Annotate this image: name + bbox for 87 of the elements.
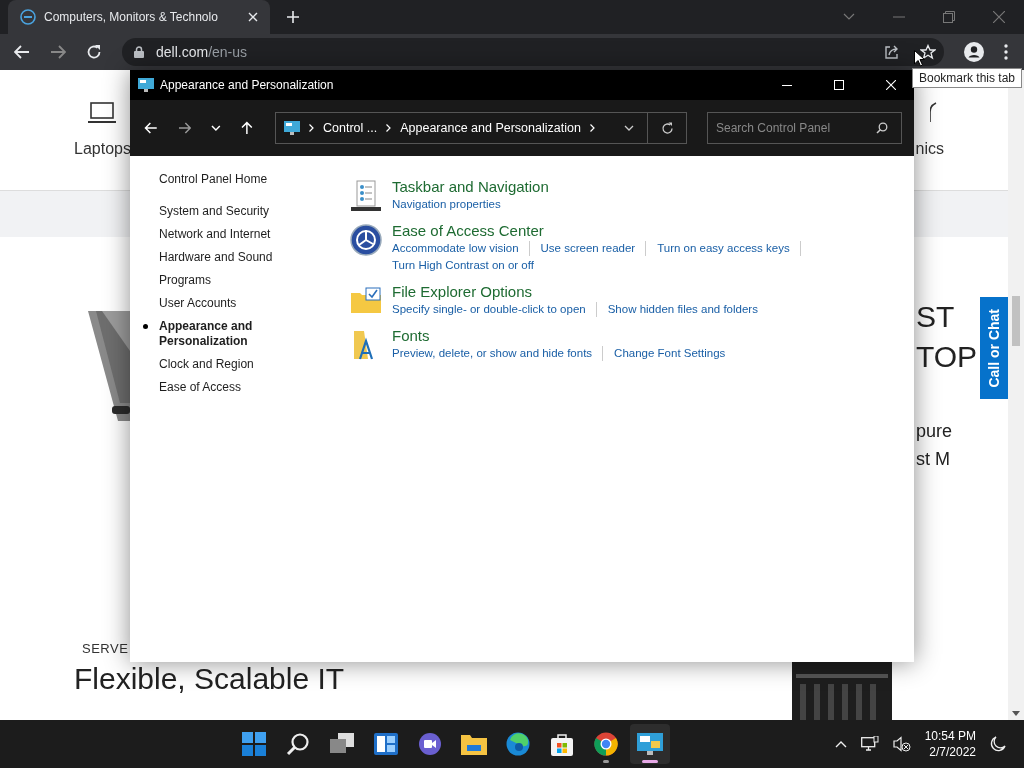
- back-icon[interactable]: [14, 45, 30, 59]
- caret-down-icon[interactable]: [624, 125, 634, 131]
- sidebar-link[interactable]: System and Security: [159, 204, 270, 219]
- sidebar-link[interactable]: Appearance and Personalization: [159, 319, 294, 349]
- sidebar-link[interactable]: Clock and Region: [159, 357, 254, 372]
- task-link[interactable]: Turn on easy access keys: [657, 241, 801, 256]
- address-field[interactable]: Control ... Appearance and Personalization: [275, 112, 687, 144]
- browser-icon: [594, 732, 619, 756]
- hero-heading: ST: [916, 299, 956, 335]
- category-link[interactable]: Taskbar and Navigation: [392, 178, 549, 195]
- lock-icon: [134, 46, 144, 58]
- chevron-right-icon[interactable]: [589, 124, 595, 132]
- url-text: dell.com/en-us: [156, 44, 248, 60]
- windows-stack-icon: [330, 733, 355, 755]
- laptop-icon[interactable]: [87, 102, 118, 124]
- chevron-right-icon[interactable]: [309, 124, 314, 132]
- nav-link[interactable]: Laptops: [74, 140, 131, 158]
- folder-icon: [461, 733, 488, 755]
- tooltip: Bookmark this tab: [912, 68, 1023, 88]
- hero-text: st M: [916, 448, 951, 471]
- restore-icon[interactable]: [943, 11, 955, 23]
- browser-icon: [506, 732, 531, 756]
- nav-link[interactable]: nics: [915, 140, 944, 158]
- task-link[interactable]: Preview, delete, or show and hide fonts: [392, 346, 604, 361]
- task-link[interactable]: Specify single- or double-click to open: [392, 302, 597, 317]
- maximize-icon[interactable]: [834, 80, 844, 90]
- video-chat-icon: [418, 732, 443, 756]
- sidebar-link[interactable]: User Accounts: [159, 296, 237, 311]
- plus-icon[interactable]: [286, 10, 300, 24]
- task-link[interactable]: Use screen reader: [540, 241, 647, 256]
- cursor-icon: [914, 50, 925, 67]
- hero-text: pure: [916, 420, 954, 443]
- search-field[interactable]: Search Control Panel: [707, 112, 902, 144]
- taskbar-app[interactable]: [630, 724, 671, 764]
- chevron-up-icon[interactable]: [834, 740, 847, 748]
- monitor-icon: [138, 78, 154, 92]
- refresh-icon[interactable]: [661, 121, 674, 135]
- list-icon[interactable]: [350, 180, 382, 212]
- network-icon[interactable]: [860, 736, 879, 752]
- window-title: Appearance and Personalization: [160, 78, 334, 92]
- task-link[interactable]: Accommodate low vision: [392, 241, 530, 256]
- forward-icon[interactable]: [177, 122, 192, 134]
- muted-speaker-icon[interactable]: [892, 736, 911, 752]
- up-icon[interactable]: [241, 121, 253, 135]
- chat-button[interactable]: Call or Chat: [980, 297, 1008, 399]
- category-link[interactable]: File Explorer Options: [392, 283, 758, 300]
- monitor-icon: [637, 733, 664, 755]
- reload-icon[interactable]: [86, 44, 102, 60]
- clock-time[interactable]: 10:54 PM: [924, 728, 976, 744]
- widgets-icon: [374, 733, 399, 755]
- sidebar-link[interactable]: Programs: [159, 273, 211, 288]
- start-icon: [242, 732, 267, 756]
- category-link[interactable]: Ease of Access Center: [392, 222, 852, 239]
- section-label: SERVE: [82, 641, 129, 656]
- breadcrumb-item[interactable]: Appearance and Personalization: [400, 121, 581, 135]
- scrollbar-thumb[interactable]: [1012, 296, 1020, 346]
- search-icon: [876, 122, 888, 134]
- share-icon[interactable]: [884, 44, 900, 60]
- task-link[interactable]: Turn High Contrast on or off: [392, 258, 534, 273]
- profile-icon[interactable]: [964, 42, 984, 62]
- breadcrumb-item[interactable]: Control ...: [323, 121, 378, 135]
- task-link[interactable]: Change Font Settings: [614, 346, 726, 361]
- accessibility-icon[interactable]: [350, 224, 382, 256]
- moon-icon[interactable]: [990, 736, 1006, 752]
- star-icon[interactable]: [920, 44, 936, 60]
- hero-heading: TOP: [916, 339, 978, 375]
- browser-tab[interactable]: Computers, Monitors & Technolo: [8, 0, 270, 34]
- sidebar-link[interactable]: Network and Internet: [159, 227, 271, 242]
- sidebar-link[interactable]: Control Panel Home: [159, 172, 320, 186]
- address-bar[interactable]: dell.com/en-us: [122, 38, 944, 66]
- menu-icon[interactable]: [1004, 44, 1008, 60]
- search-icon: [286, 732, 311, 756]
- task-link[interactable]: Show hidden files and folders: [607, 302, 758, 317]
- sidebar-link[interactable]: Hardware and Sound: [159, 250, 273, 265]
- monitor-icon: [284, 121, 300, 135]
- bullet-icon: [143, 324, 148, 329]
- tab-title: Computers, Monitors & Technolo: [44, 10, 219, 24]
- logo-icon: [20, 9, 36, 25]
- sidebar-link[interactable]: Ease of Access: [159, 380, 242, 395]
- shopping-bag-icon: [550, 732, 575, 756]
- task-link[interactable]: Navigation properties: [392, 197, 501, 212]
- section-title: Flexible, Scalable IT: [74, 662, 345, 696]
- chevron-right-icon[interactable]: [386, 124, 392, 132]
- forward-icon[interactable]: [50, 45, 66, 59]
- scroll-down-icon[interactable]: [1012, 711, 1020, 716]
- category-link[interactable]: Fonts: [392, 327, 726, 344]
- clock-date[interactable]: 2/7/2022: [929, 744, 976, 760]
